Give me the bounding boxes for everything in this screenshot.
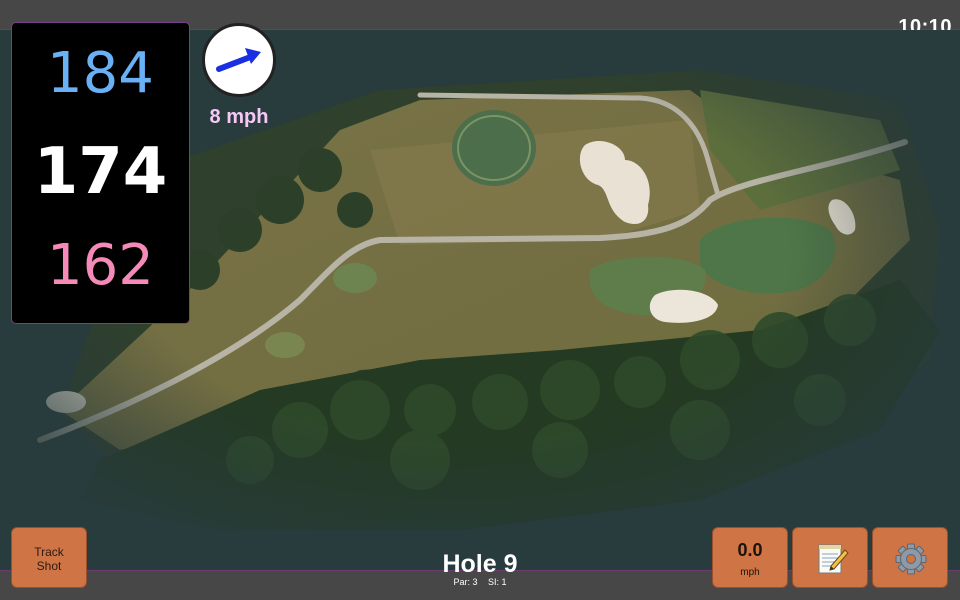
speed-button[interactable]: 0.0 mph: [712, 527, 788, 588]
settings-button[interactable]: [872, 527, 948, 588]
speed-value: 0.0: [737, 540, 763, 560]
middle-distance: 174: [33, 135, 168, 209]
distance-panel: 184 174 162: [11, 22, 190, 324]
notes-button[interactable]: [792, 527, 868, 588]
track-shot-button[interactable]: Track Shot: [11, 527, 87, 588]
notepad-icon: [818, 544, 849, 574]
hole-title: Hole 9: [442, 550, 518, 578]
stroke-index-label: SI: 1: [488, 577, 507, 587]
hole-info: Par: 3 SI: 1: [380, 577, 580, 587]
back-distance: 184: [47, 41, 154, 106]
speed-unit: mph: [740, 567, 760, 578]
gear-icon: [895, 543, 927, 575]
wind-direction-arrow-icon: [216, 48, 261, 72]
wind-speed-label: 8 mph: [209, 106, 269, 128]
front-distance: 162: [47, 233, 154, 298]
par-label: Par: 3: [453, 577, 478, 587]
wind-indicator: [202, 23, 276, 97]
track-shot-label: Track Shot: [34, 545, 64, 573]
